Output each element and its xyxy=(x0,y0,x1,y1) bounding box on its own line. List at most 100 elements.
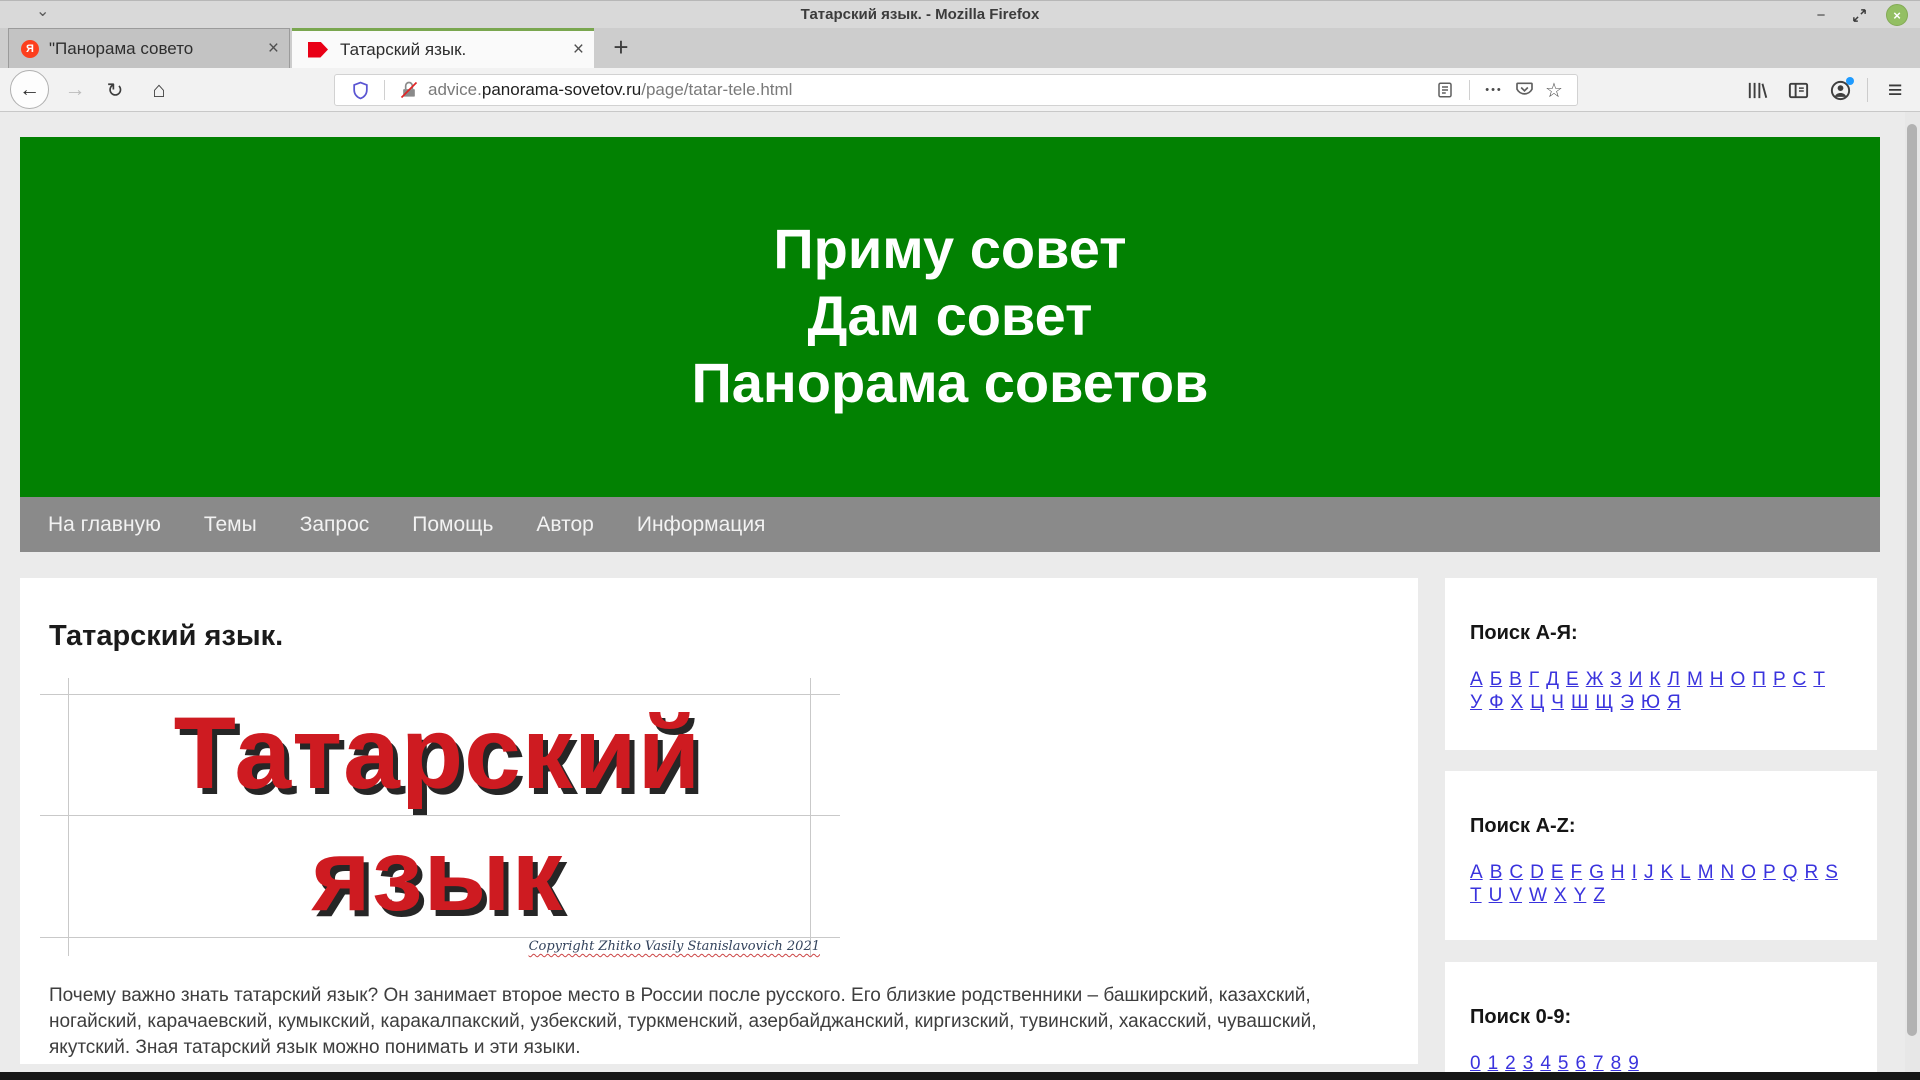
letter-link[interactable]: F xyxy=(1571,862,1583,883)
letter-link[interactable]: P xyxy=(1763,862,1776,883)
url-text[interactable]: advice.panorama-sovetov.ru/page/tatar-te… xyxy=(428,80,792,100)
tab-close-icon[interactable]: × xyxy=(573,40,584,59)
letter-link[interactable]: Т xyxy=(1813,669,1825,690)
letter-link[interactable]: Х xyxy=(1511,692,1524,713)
letter-link[interactable]: C xyxy=(1509,862,1523,883)
scrollbar[interactable] xyxy=(1905,112,1920,1080)
tab-panorama-sovetov[interactable]: Я "Панорама совето × xyxy=(8,28,290,68)
letter-link[interactable]: M xyxy=(1698,862,1714,883)
reader-mode-icon[interactable] xyxy=(1430,75,1460,105)
letter-link[interactable]: У xyxy=(1470,692,1482,713)
scrollbar-thumb[interactable] xyxy=(1907,124,1917,1036)
letter-link[interactable]: 7 xyxy=(1593,1053,1604,1074)
menu-item-info[interactable]: Информация xyxy=(637,513,766,537)
letter-link[interactable]: E xyxy=(1551,862,1564,883)
letter-link[interactable]: X xyxy=(1554,885,1567,906)
letter-link[interactable]: 3 xyxy=(1523,1053,1534,1074)
letter-link[interactable]: Е xyxy=(1566,669,1579,690)
letter-link[interactable]: О xyxy=(1731,669,1746,690)
letter-link[interactable]: N xyxy=(1721,862,1735,883)
letter-link[interactable]: Щ xyxy=(1595,692,1613,713)
letter-link[interactable]: Ж xyxy=(1586,669,1604,690)
letter-link[interactable]: И xyxy=(1629,669,1643,690)
letter-link[interactable]: T xyxy=(1470,885,1482,906)
url-subdomain: advice. xyxy=(428,80,482,99)
letter-link[interactable]: O xyxy=(1741,862,1756,883)
letter-link[interactable]: G xyxy=(1589,862,1604,883)
letter-link[interactable]: Л xyxy=(1667,669,1679,690)
sidebar-toggle-icon[interactable] xyxy=(1783,75,1813,105)
letter-link[interactable]: L xyxy=(1680,862,1691,883)
letter-link[interactable]: U xyxy=(1489,885,1503,906)
letter-link[interactable]: V xyxy=(1509,885,1522,906)
letter-link[interactable]: Э xyxy=(1620,692,1634,713)
letter-link[interactable]: Y xyxy=(1574,885,1587,906)
letter-link[interactable]: R xyxy=(1805,862,1819,883)
menu-item-home[interactable]: На главную xyxy=(48,513,161,537)
back-button[interactable]: ← xyxy=(10,70,49,109)
address-bar[interactable]: advice.panorama-sovetov.ru/page/tatar-te… xyxy=(334,74,1578,106)
new-tab-button[interactable]: + xyxy=(604,30,638,64)
letter-link[interactable]: А xyxy=(1470,669,1483,690)
letter-link[interactable]: 2 xyxy=(1505,1053,1516,1074)
menu-item-topics[interactable]: Темы xyxy=(204,513,257,537)
letter-link[interactable]: K xyxy=(1660,862,1673,883)
page-actions-icon[interactable]: ••• xyxy=(1479,75,1509,105)
letter-link[interactable]: B xyxy=(1490,862,1503,883)
tab-close-icon[interactable]: × xyxy=(268,39,279,58)
article-card: Татарский язык. Татарский язык Copyright… xyxy=(20,578,1418,1064)
pocket-icon[interactable] xyxy=(1509,75,1539,105)
letter-link[interactable]: D xyxy=(1530,862,1544,883)
letter-link[interactable]: С xyxy=(1793,669,1807,690)
letter-link[interactable]: Р xyxy=(1773,669,1786,690)
letter-link[interactable]: I xyxy=(1632,862,1637,883)
letter-link[interactable]: J xyxy=(1644,862,1654,883)
letter-link[interactable]: Z xyxy=(1593,885,1605,906)
menu-item-author[interactable]: Автор xyxy=(536,513,593,537)
menu-item-help[interactable]: Помощь xyxy=(412,513,493,537)
close-button[interactable]: × xyxy=(1886,4,1908,26)
hamburger-menu-icon[interactable]: ≡ xyxy=(1880,75,1910,105)
letter-link-row: TUVWXYZ xyxy=(1470,885,1859,908)
letter-link[interactable]: Q xyxy=(1783,862,1798,883)
letter-link[interactable]: М xyxy=(1687,669,1703,690)
letter-link[interactable]: З xyxy=(1610,669,1621,690)
forward-button[interactable]: → xyxy=(58,68,92,112)
letter-link[interactable]: A xyxy=(1470,862,1483,883)
letter-link[interactable]: 9 xyxy=(1628,1053,1639,1074)
letter-link[interactable]: 6 xyxy=(1575,1053,1586,1074)
letter-link[interactable]: Ц xyxy=(1530,692,1544,713)
letter-link[interactable]: Ш xyxy=(1571,692,1588,713)
tracking-shield-icon[interactable] xyxy=(345,75,375,105)
letter-link[interactable]: Б xyxy=(1490,669,1502,690)
letter-link[interactable]: Ч xyxy=(1551,692,1564,713)
letter-link[interactable]: Н xyxy=(1710,669,1724,690)
library-icon[interactable] xyxy=(1741,75,1771,105)
insecure-lock-icon[interactable] xyxy=(394,75,424,105)
letter-link[interactable]: 4 xyxy=(1540,1053,1551,1074)
letter-link[interactable]: Ю xyxy=(1641,692,1660,713)
bookmark-star-icon[interactable]: ☆ xyxy=(1539,75,1569,105)
letter-link[interactable]: 0 xyxy=(1470,1053,1481,1074)
letter-link[interactable]: 5 xyxy=(1558,1053,1569,1074)
letter-link[interactable]: Г xyxy=(1529,669,1539,690)
letter-link[interactable]: К xyxy=(1649,669,1660,690)
account-icon[interactable] xyxy=(1825,75,1855,105)
tab-tatarskiy-yazyk[interactable]: Татарский язык. × xyxy=(292,28,594,68)
sidebar-search-latin: Поиск A-Z: ABCDEFGHIJKLMNOPQRSTUVWXYZ xyxy=(1445,771,1877,940)
letter-link[interactable]: H xyxy=(1611,862,1625,883)
letter-link[interactable]: В xyxy=(1509,669,1522,690)
letter-link[interactable]: Я xyxy=(1667,692,1681,713)
reload-button[interactable]: ↻ xyxy=(98,68,132,112)
home-button[interactable]: ⌂ xyxy=(142,68,176,112)
minimize-button[interactable]: − xyxy=(1810,4,1832,26)
letter-link[interactable]: 1 xyxy=(1488,1053,1499,1074)
letter-link[interactable]: П xyxy=(1752,669,1766,690)
letter-link[interactable]: W xyxy=(1529,885,1547,906)
letter-link[interactable]: S xyxy=(1825,862,1838,883)
letter-link[interactable]: Ф xyxy=(1489,692,1503,713)
maximize-button[interactable] xyxy=(1848,4,1870,26)
letter-link[interactable]: 8 xyxy=(1611,1053,1622,1074)
letter-link[interactable]: Д xyxy=(1546,669,1559,690)
menu-item-request[interactable]: Запрос xyxy=(300,513,370,537)
